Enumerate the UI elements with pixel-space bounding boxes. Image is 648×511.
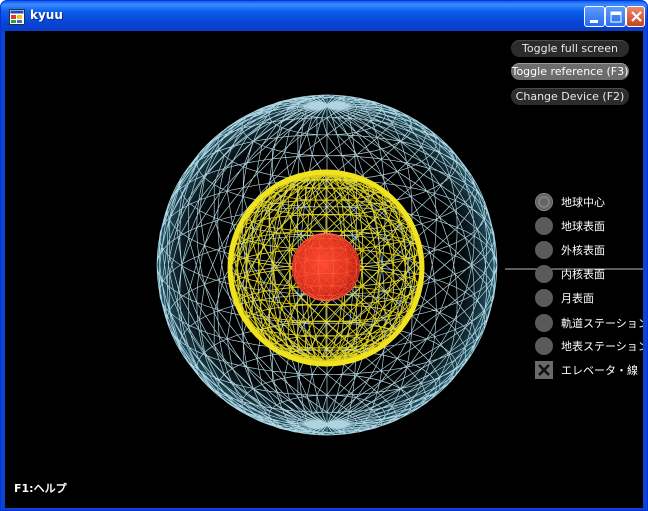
radio-orbital-station[interactable]	[535, 314, 553, 332]
change-device-button[interactable]: Change Device (F2)	[511, 88, 629, 105]
render-viewport[interactable]: Toggle full screen Toggle reference (F3)…	[5, 31, 643, 508]
option-orbital-station[interactable]: 軌道ステーション	[535, 313, 643, 333]
option-earth-center[interactable]: 地球中心	[535, 192, 605, 212]
radio-inner-core-surface[interactable]	[535, 265, 553, 283]
app-window: kyuu Toggle full screen Toggle reference…	[0, 0, 648, 511]
option-outer-core-surface[interactable]: 外核表面	[535, 240, 605, 260]
option-label: 月表面	[561, 292, 594, 305]
app-window-icon[interactable]	[9, 9, 25, 25]
minimize-button[interactable]	[584, 6, 605, 27]
radio-outer-core-surface[interactable]	[535, 241, 553, 259]
check-x-icon	[538, 364, 550, 376]
toggle-reference-button[interactable]: Toggle reference (F3)	[511, 63, 629, 80]
option-surface-station[interactable]: 地表ステーション	[535, 336, 643, 356]
option-elevator-line[interactable]: エレベータ・線	[535, 360, 638, 380]
radio-moon-surface[interactable]	[535, 289, 553, 307]
option-label: 地球表面	[561, 220, 605, 233]
radio-surface-station[interactable]	[535, 337, 553, 355]
option-label: 外核表面	[561, 244, 605, 257]
maximize-icon	[610, 11, 622, 23]
option-label: 軌道ステーション	[561, 317, 643, 330]
inner-core-sphere	[291, 232, 361, 302]
title-bar[interactable]: kyuu	[1, 1, 647, 31]
option-label: 地表ステーション	[561, 340, 643, 353]
radio-earth-center[interactable]	[535, 193, 553, 211]
checkbox-elevator-line[interactable]	[535, 361, 553, 379]
close-button[interactable]	[626, 6, 645, 27]
close-icon	[631, 11, 642, 22]
option-label: 内核表面	[561, 268, 605, 281]
minimize-icon	[590, 20, 598, 23]
option-label: 地球中心	[561, 196, 605, 209]
option-label: エレベータ・線	[561, 364, 638, 377]
option-inner-core-surface[interactable]: 内核表面	[535, 264, 605, 284]
option-earth-surface[interactable]: 地球表面	[535, 216, 605, 236]
maximize-button[interactable]	[605, 6, 626, 27]
radio-earth-surface[interactable]	[535, 217, 553, 235]
option-moon-surface[interactable]: 月表面	[535, 288, 594, 308]
toggle-full-screen-button[interactable]: Toggle full screen	[511, 40, 629, 57]
window-title: kyuu	[30, 8, 63, 22]
help-hint: F1:ヘルプ	[14, 482, 67, 495]
